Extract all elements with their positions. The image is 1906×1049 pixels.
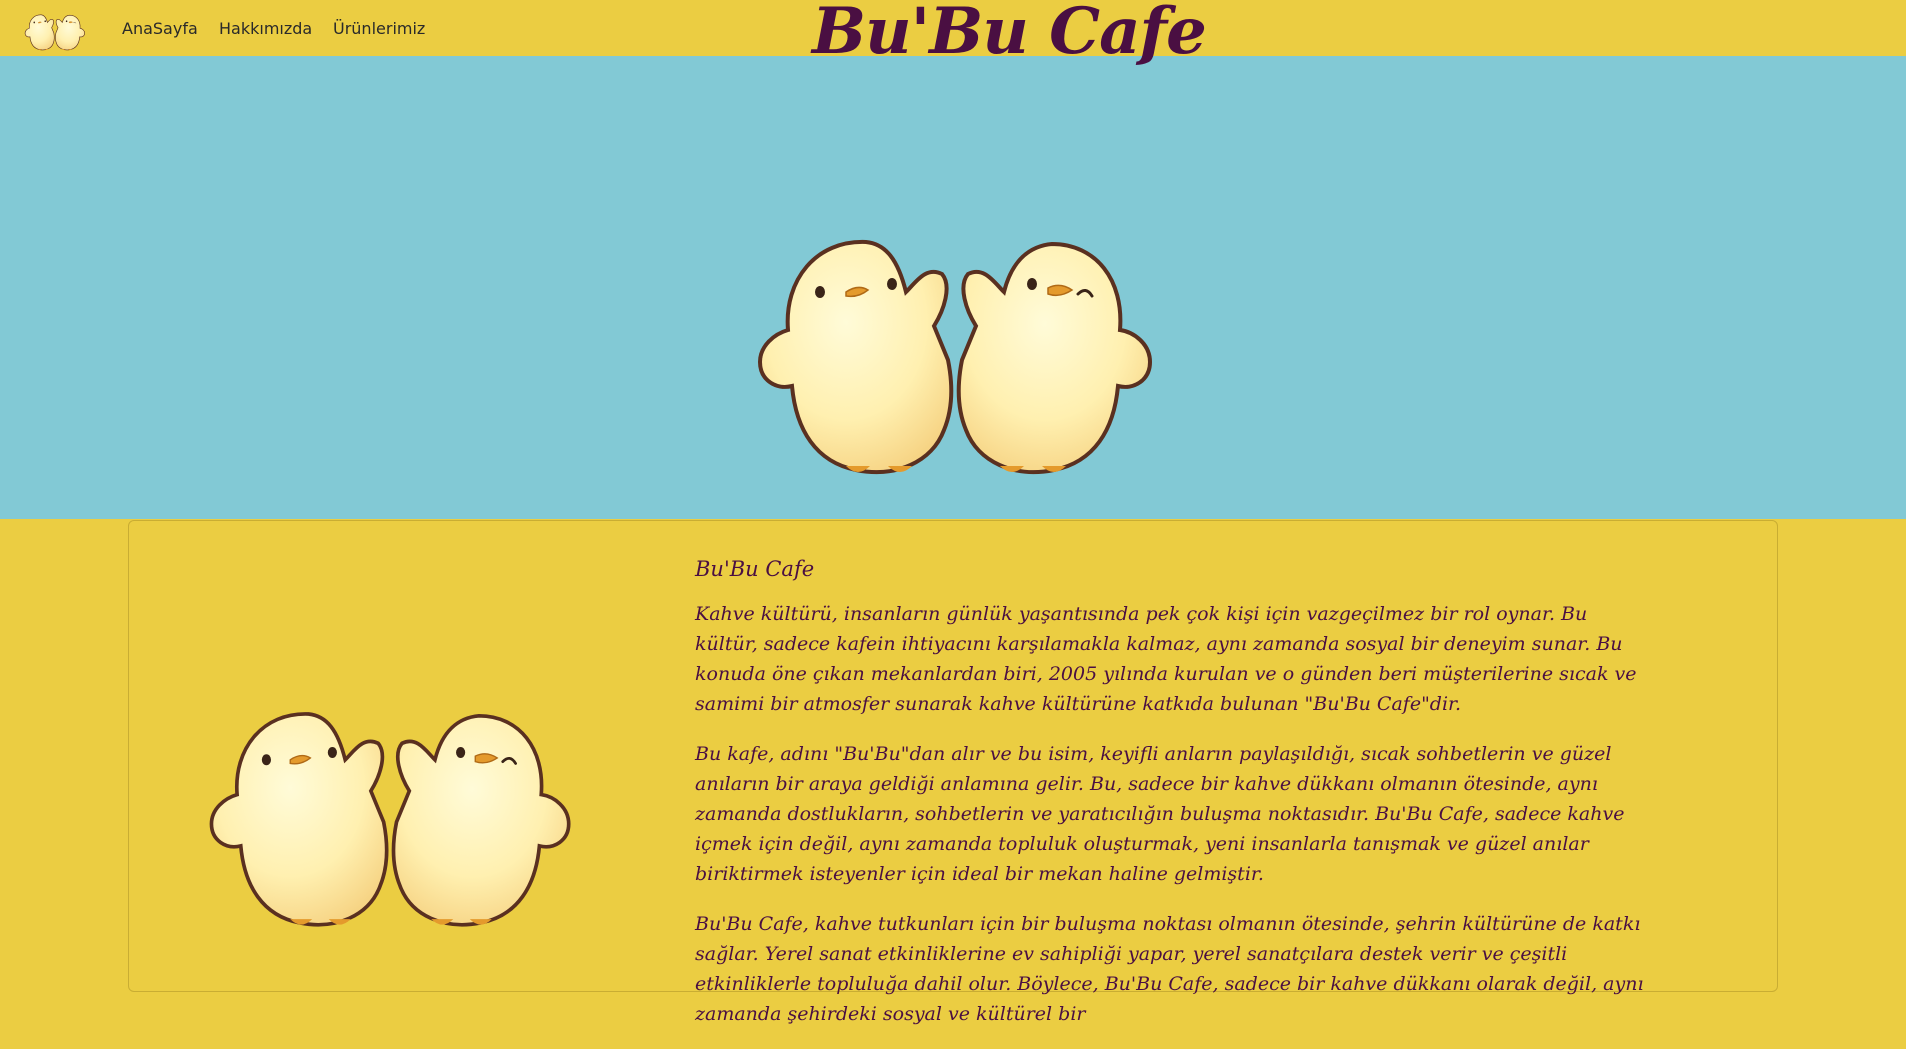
about-card: Bu'Bu Cafe Kahve kültürü, insanların gün… bbox=[128, 520, 1778, 1025]
about-paragraph-1: Kahve kültürü, insanların günlük yaşantı… bbox=[695, 603, 1637, 715]
about-paragraph-2: Bu kafe, adını "Bu'Bu"dan alır ve bu isi… bbox=[695, 743, 1625, 885]
about-content: Bu'Bu Cafe Kahve kültürü, insanların gün… bbox=[695, 557, 1645, 1049]
nav-link-hakkimizda[interactable]: Hakkımızda bbox=[219, 19, 312, 38]
nav-link-urunlerimiz[interactable]: Ürünlerimiz bbox=[333, 19, 425, 38]
brand-title: Bu'Bu Cafe bbox=[812, 0, 1207, 69]
about-paragraph-3: Bu'Bu Cafe, kahve tutkunları için bir bu… bbox=[695, 913, 1644, 1025]
chicks-hero-image bbox=[756, 230, 1156, 492]
navbar: AnaSayfa Hakkımızda Ürünlerimiz Bu'Bu Ca… bbox=[0, 0, 1906, 69]
about-title: Bu'Bu Cafe bbox=[695, 557, 815, 581]
chicks-card-image bbox=[161, 703, 621, 943]
hero-banner bbox=[0, 56, 1906, 519]
nav-link-anasayfa[interactable]: AnaSayfa bbox=[122, 19, 198, 38]
chicks-logo-icon[interactable] bbox=[22, 13, 88, 53]
